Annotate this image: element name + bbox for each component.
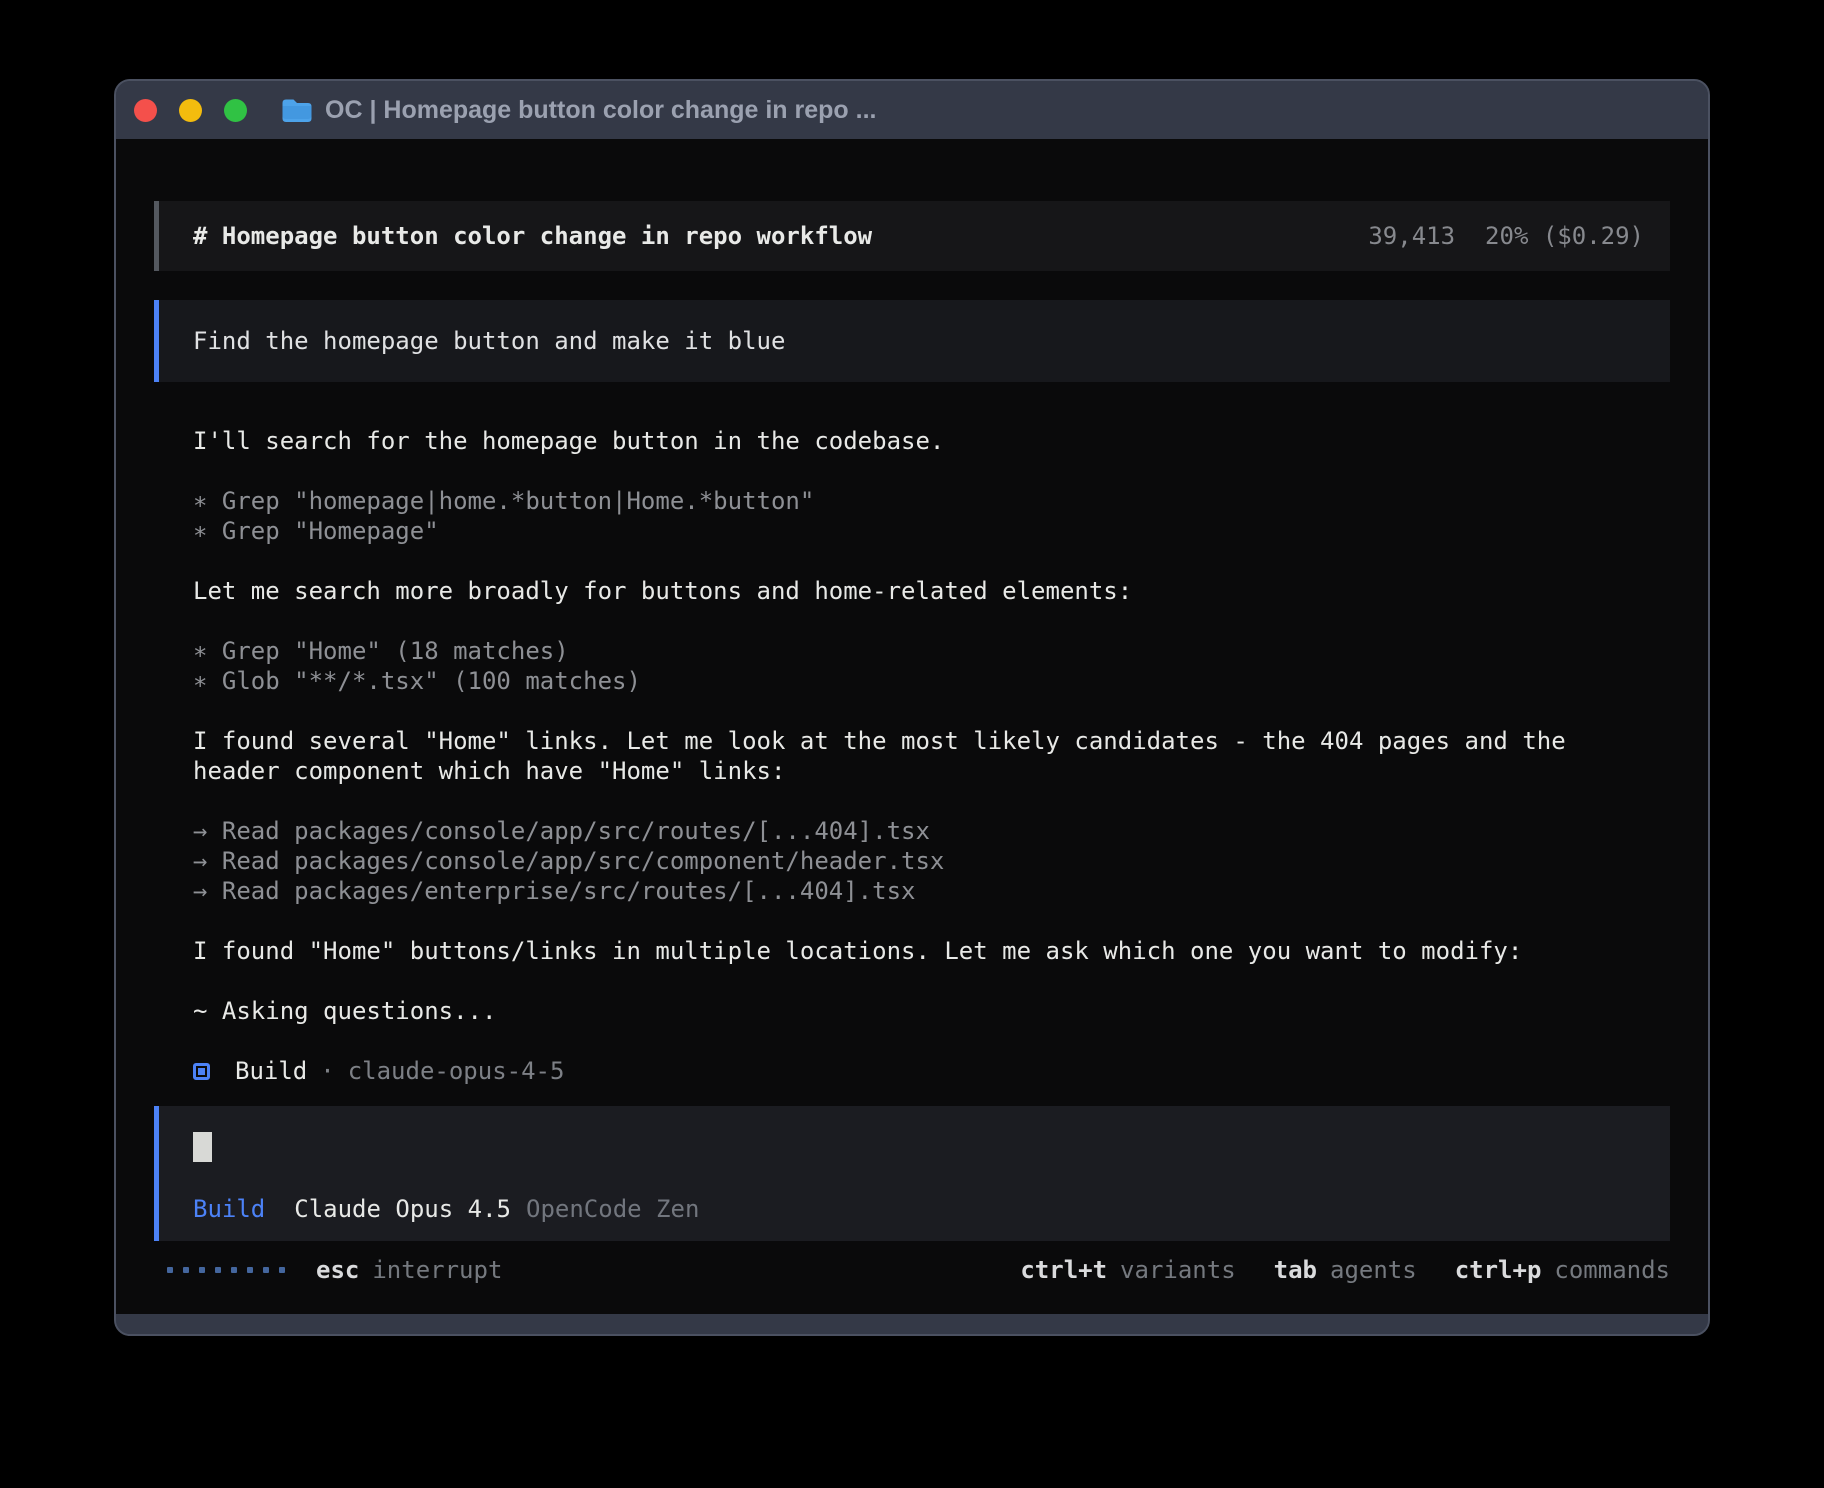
assistant-response: I'll search for the homepage button in t…	[154, 426, 1670, 1086]
shortcut-label: interrupt	[372, 1256, 502, 1284]
minimize-button[interactable]	[179, 99, 202, 122]
shortcut-label: commands	[1554, 1256, 1670, 1284]
tool-call-grep: ∗ Grep "Home" (18 matches)	[193, 636, 1670, 666]
agent-model: claude-opus-4-5	[348, 1056, 565, 1086]
shortcut-key: ctrl+t	[1020, 1256, 1107, 1284]
input-mode: Build	[193, 1194, 265, 1224]
tool-call-read: → Read packages/enterprise/src/routes/[.…	[193, 876, 1670, 906]
shortcut-key: ctrl+p	[1455, 1256, 1542, 1284]
session-title: # Homepage button color change in repo w…	[193, 222, 872, 250]
activity-dots	[167, 1267, 285, 1273]
input-status-line: Build Claude Opus 4.5 OpenCode Zen	[193, 1194, 1670, 1224]
tool-call-read: → Read packages/console/app/src/componen…	[193, 846, 1670, 876]
tool-call-glob: ∗ Glob "**/*.tsx" (100 matches)	[193, 666, 1670, 696]
agent-indicator: Build · claude-opus-4-5	[193, 1056, 1670, 1086]
assistant-paragraph: I found "Home" buttons/links in multiple…	[193, 936, 1670, 966]
shortcut-interrupt: esc interrupt	[316, 1255, 502, 1285]
assistant-paragraph: I found several "Home" links. Let me loo…	[193, 726, 1670, 786]
terminal-window: OC | Homepage button color change in rep…	[114, 79, 1710, 1336]
window-title: OC | Homepage button color change in rep…	[325, 96, 876, 125]
assistant-paragraph: Let me search more broadly for buttons a…	[193, 576, 1670, 606]
status-left: esc interrupt	[167, 1255, 502, 1285]
input-model: Claude Opus 4.5	[294, 1194, 511, 1224]
user-message-text: Find the homepage button and make it blu…	[193, 326, 785, 356]
terminal-content: # Homepage button color change in repo w…	[116, 139, 1708, 1314]
status-bar: esc interrupt ctrl+t variants tab agents ct…	[154, 1255, 1670, 1285]
tool-call-grep: ∗ Grep "Homepage"	[193, 516, 1670, 546]
shortcut-key: esc	[316, 1256, 359, 1284]
user-message: Find the homepage button and make it blu…	[154, 300, 1670, 382]
context-usage: 20% ($0.29)	[1485, 222, 1644, 250]
tool-call-grep: ∗ Grep "homepage|home.*button|Home.*butt…	[193, 486, 1670, 516]
session-stats: 39,413 20% ($0.29)	[1368, 222, 1644, 250]
window-footer	[116, 1314, 1708, 1334]
working-status: ~ Asking questions...	[193, 996, 1670, 1026]
tool-call-group: → Read packages/console/app/src/routes/[…	[193, 816, 1670, 906]
text-cursor	[193, 1132, 212, 1162]
agent-separator: ·	[320, 1056, 334, 1086]
zoom-button[interactable]	[224, 99, 247, 122]
tool-call-read: → Read packages/console/app/src/routes/[…	[193, 816, 1670, 846]
shortcut-variants: ctrl+t variants	[1020, 1255, 1235, 1285]
shortcut-key: tab	[1274, 1256, 1317, 1284]
shortcut-label: agents	[1330, 1256, 1417, 1284]
session-header: # Homepage button color change in repo w…	[154, 201, 1670, 271]
agent-square-icon	[193, 1063, 210, 1080]
shortcut-label: variants	[1120, 1256, 1236, 1284]
tool-call-group: ∗ Grep "homepage|home.*button|Home.*butt…	[193, 486, 1670, 546]
folder-icon	[281, 98, 312, 123]
traffic-lights	[134, 99, 247, 122]
shortcut-commands: ctrl+p commands	[1455, 1255, 1670, 1285]
shortcut-agents: tab agents	[1274, 1255, 1417, 1285]
token-count: 39,413	[1368, 222, 1455, 250]
prompt-input[interactable]: Build Claude Opus 4.5 OpenCode Zen	[154, 1106, 1670, 1241]
tool-call-group: ∗ Grep "Home" (18 matches) ∗ Glob "**/*.…	[193, 636, 1670, 696]
window-titlebar[interactable]: OC | Homepage button color change in rep…	[116, 81, 1708, 139]
assistant-paragraph: I'll search for the homepage button in t…	[193, 426, 1670, 456]
status-right: ctrl+t variants tab agents ctrl+p commands	[1020, 1255, 1670, 1285]
close-button[interactable]	[134, 99, 157, 122]
agent-name: Build	[235, 1056, 307, 1086]
input-provider: OpenCode Zen	[526, 1194, 699, 1224]
